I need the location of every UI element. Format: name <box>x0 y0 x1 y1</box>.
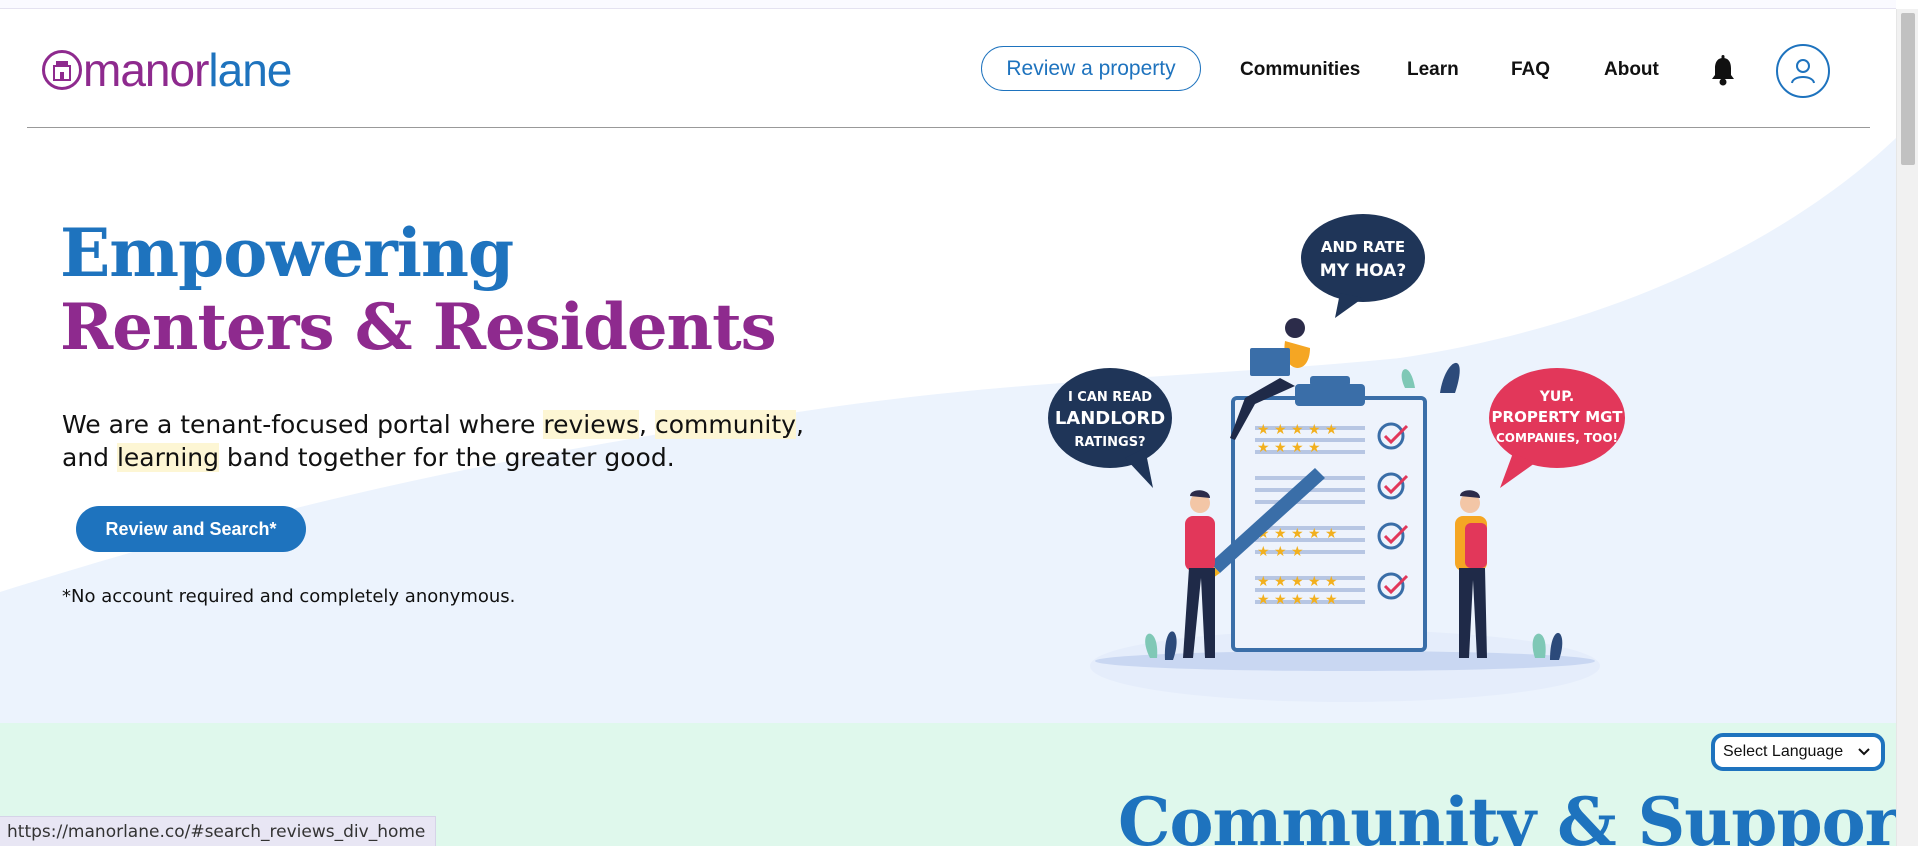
bubble-right-line1: YUP. <box>1539 389 1575 405</box>
hero-title-line2: Renters & Residents <box>60 290 777 365</box>
anonymous-footnote: *No account required and completely anon… <box>62 586 516 607</box>
svg-text:★ ★ ★: ★ ★ ★ <box>1257 544 1304 560</box>
language-select[interactable]: Select Language <box>1711 733 1885 771</box>
hero-section: Empowering Renters & Residents We are a … <box>0 128 1896 723</box>
hero-text-part: , <box>639 410 655 439</box>
chevron-down-icon <box>1858 748 1870 756</box>
page-scrollbar[interactable] <box>1896 9 1918 846</box>
bubble-left-line2: LANDLORD <box>1055 408 1165 429</box>
bubble-top-line2: MY HOA? <box>1320 261 1406 281</box>
hero-description: We are a tenant-focused portal where rev… <box>62 408 822 474</box>
status-bar-url: https://manorlane.co/#search_reviews_div… <box>0 816 437 846</box>
hero-text-part: , <box>795 410 804 439</box>
hero-text-part: and <box>62 443 117 472</box>
bubble-top-line1: AND RATE <box>1321 238 1405 256</box>
community-title: Community & Support <box>1118 783 1896 846</box>
bell-icon[interactable] <box>1708 55 1738 87</box>
hero-title-line1: Empowering <box>60 214 514 292</box>
hero-text-part: band together for the greater good. <box>218 443 675 472</box>
nav-communities[interactable]: Communities <box>1240 59 1360 81</box>
highlight-reviews: reviews <box>543 410 640 439</box>
svg-text:★ ★ ★ ★ ★: ★ ★ ★ ★ ★ <box>1257 422 1338 438</box>
bubble-left-line3: RATINGS? <box>1074 435 1145 450</box>
hero-text-part: We are a tenant-focused portal where <box>62 410 544 439</box>
nav-learn[interactable]: Learn <box>1407 59 1459 81</box>
svg-text:★ ★ ★ ★: ★ ★ ★ ★ <box>1257 440 1321 456</box>
highlight-community: community <box>654 410 796 439</box>
highlight-learning: learning <box>116 443 219 472</box>
language-select-label: Select Language <box>1723 743 1844 760</box>
bubble-left-line1: I CAN READ <box>1068 390 1152 405</box>
hero-illustration: ★ ★ ★ ★ ★ ★ ★ ★ ★ ★ ★ ★ ★ ★ ★ ★ ★ ★ ★ ★ … <box>1048 214 1625 702</box>
main-nav: Review a property Communities Learn FAQ … <box>0 37 1896 98</box>
svg-text:★ ★ ★ ★ ★: ★ ★ ★ ★ ★ <box>1257 574 1338 590</box>
review-property-button[interactable]: Review a property <box>981 46 1201 91</box>
user-account-button[interactable] <box>1776 44 1830 98</box>
site-header: manorlane Review a property Communities … <box>0 9 1896 127</box>
nav-faq[interactable]: FAQ <box>1511 59 1550 81</box>
nav-about[interactable]: About <box>1604 59 1659 81</box>
browser-top-strip <box>0 0 1896 9</box>
bubble-right-line2: PROPERTY MGT <box>1492 408 1624 426</box>
bubble-right-line3: COMPANIES, TOO! <box>1496 431 1618 445</box>
user-icon <box>1791 59 1815 84</box>
scrollbar-thumb[interactable] <box>1901 13 1915 165</box>
svg-text:★ ★ ★ ★ ★: ★ ★ ★ ★ ★ <box>1257 592 1338 608</box>
review-and-search-button[interactable]: Review and Search* <box>76 506 306 552</box>
